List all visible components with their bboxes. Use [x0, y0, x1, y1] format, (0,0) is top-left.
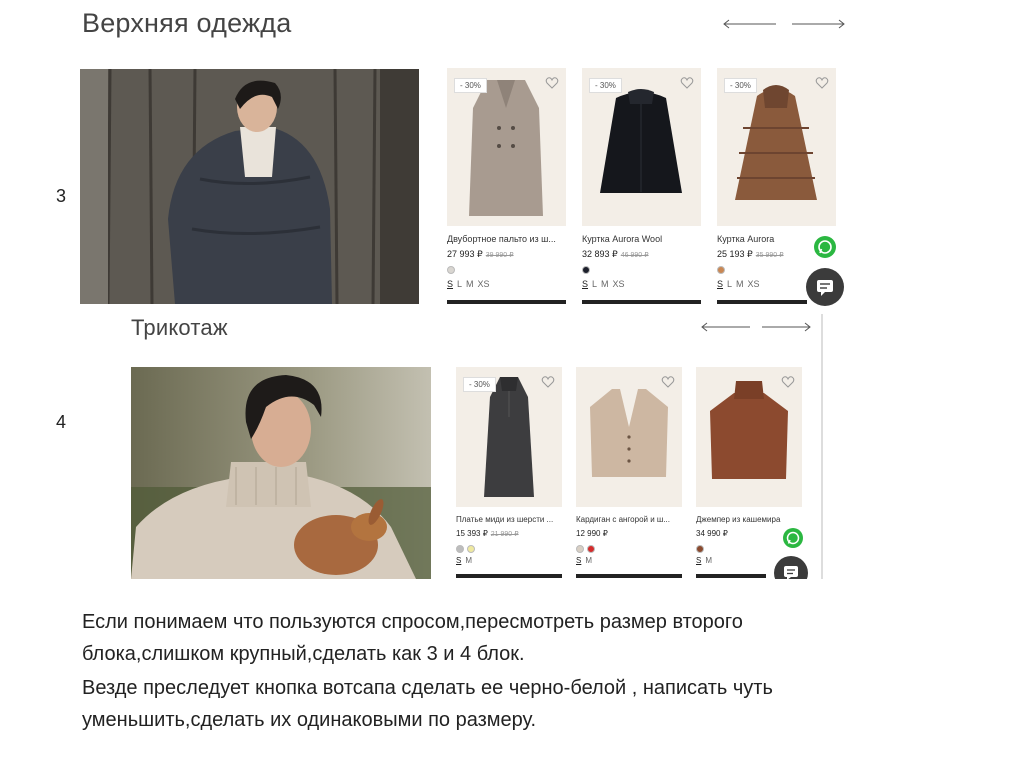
- add-to-cart-bar[interactable]: [696, 574, 766, 578]
- color-swatch[interactable]: [717, 266, 725, 274]
- heart-icon[interactable]: [815, 76, 829, 90]
- product-price: 25 193 ₽35 990 ₽: [717, 249, 784, 260]
- size-option[interactable]: XS: [748, 279, 760, 289]
- color-swatches[interactable]: [447, 266, 455, 274]
- discount-badge: - 30%: [724, 78, 757, 93]
- size-option[interactable]: S: [456, 556, 461, 565]
- size-option[interactable]: S: [717, 279, 723, 289]
- mask: [431, 579, 831, 609]
- size-option[interactable]: M: [736, 279, 744, 289]
- product-name[interactable]: Джемпер из кашемира: [696, 515, 802, 524]
- size-option[interactable]: M: [705, 556, 712, 565]
- size-option[interactable]: M: [585, 556, 592, 565]
- outerwear-title: Верхняя одежда: [82, 8, 292, 38]
- size-option[interactable]: M: [466, 279, 474, 289]
- size-option[interactable]: S: [582, 279, 588, 289]
- color-swatch[interactable]: [587, 545, 595, 553]
- current-price: 25 193 ₽: [717, 249, 753, 259]
- size-list[interactable]: S L M XS: [447, 279, 494, 289]
- arrow-left-icon[interactable]: [700, 321, 752, 333]
- note-line-2: блока,слишком крупный,сделать как 3 и 4 …: [82, 643, 525, 665]
- current-price: 27 993 ₽: [447, 249, 483, 259]
- arrow-left-icon[interactable]: [722, 18, 778, 30]
- scrollbar[interactable]: [821, 314, 823, 580]
- heart-icon[interactable]: [680, 76, 694, 90]
- product-card[interactable]: - 30% Двубортное пальто из ш... 27 993 ₽…: [447, 68, 566, 304]
- size-option[interactable]: M: [465, 556, 472, 565]
- discount-badge: - 30%: [454, 78, 487, 93]
- discount-badge: - 30%: [463, 377, 496, 392]
- note-line-4: уменьшить,сделать их одинаковыми по разм…: [82, 709, 537, 731]
- size-list[interactable]: SM: [696, 556, 716, 565]
- size-list[interactable]: S L M XS: [582, 279, 629, 289]
- product-price: 15 393 ₽21 990 ₽: [456, 529, 519, 538]
- add-to-cart-bar[interactable]: [447, 300, 566, 304]
- add-to-cart-bar[interactable]: [576, 574, 682, 578]
- size-option[interactable]: L: [727, 279, 732, 289]
- current-price: 32 893 ₽: [582, 249, 618, 259]
- add-to-cart-bar[interactable]: [717, 300, 807, 304]
- heart-icon[interactable]: [545, 76, 559, 90]
- knitwear-hero-image: [131, 367, 431, 579]
- size-list[interactable]: SM: [456, 556, 476, 565]
- arrow-right-icon[interactable]: [790, 18, 846, 30]
- slide-number-4: 4: [56, 412, 67, 432]
- heart-icon[interactable]: [661, 375, 675, 389]
- knitwear-title: Трикотаж: [131, 315, 228, 340]
- size-option[interactable]: S: [576, 556, 581, 565]
- product-price: 32 893 ₽46 990 ₽: [582, 249, 649, 260]
- old-price: 35 990 ₽: [755, 252, 784, 259]
- current-price: 12 990 ₽: [576, 529, 608, 538]
- size-list[interactable]: S L M XS: [717, 279, 764, 289]
- add-to-cart-bar[interactable]: [582, 300, 701, 304]
- current-price: 15 393 ₽: [456, 529, 488, 538]
- color-swatch[interactable]: [576, 545, 584, 553]
- product-card[interactable]: - 30% Куртка Aurora Wool 32 893 ₽46 990 …: [582, 68, 701, 304]
- old-price: 21 990 ₽: [490, 531, 519, 538]
- product-card[interactable]: - 30% Платье миди из шерсти ... 15 393 ₽…: [456, 367, 562, 578]
- color-swatches[interactable]: [582, 266, 590, 274]
- size-option[interactable]: L: [457, 279, 462, 289]
- whatsapp-icon[interactable]: [814, 236, 836, 258]
- chat-icon[interactable]: [806, 268, 844, 306]
- product-name[interactable]: Двубортное пальто из ш...: [447, 234, 566, 244]
- color-swatches[interactable]: [717, 266, 725, 274]
- add-to-cart-bar[interactable]: [456, 574, 562, 578]
- discount-badge: - 30%: [589, 78, 622, 93]
- color-swatch[interactable]: [447, 266, 455, 274]
- size-option[interactable]: XS: [613, 279, 625, 289]
- size-option[interactable]: L: [592, 279, 597, 289]
- size-option[interactable]: S: [447, 279, 453, 289]
- color-swatches[interactable]: [456, 545, 475, 553]
- product-name[interactable]: Куртка Aurora Wool: [582, 234, 701, 244]
- current-price: 34 990 ₽: [696, 529, 728, 538]
- size-list[interactable]: SM: [576, 556, 596, 565]
- slide-number-3: 3: [56, 186, 67, 206]
- product-price: 27 993 ₽39 990 ₽: [447, 249, 514, 260]
- size-option[interactable]: S: [696, 556, 701, 565]
- color-swatch[interactable]: [582, 266, 590, 274]
- product-name[interactable]: Кардиган с ангорой и ш...: [576, 515, 682, 524]
- heart-icon[interactable]: [781, 375, 795, 389]
- old-price: 39 990 ₽: [485, 252, 514, 259]
- color-swatch[interactable]: [696, 545, 704, 553]
- outerwear-hero-image: [80, 69, 419, 304]
- product-name[interactable]: Платье миди из шерсти ...: [456, 515, 562, 524]
- color-swatches[interactable]: [696, 545, 704, 553]
- color-swatch[interactable]: [456, 545, 464, 553]
- note-line-3: Везде преследует кнопка вотсапа сделать …: [82, 677, 773, 699]
- size-option[interactable]: XS: [478, 279, 490, 289]
- color-swatch[interactable]: [467, 545, 475, 553]
- whatsapp-icon[interactable]: [783, 528, 803, 548]
- heart-icon[interactable]: [541, 375, 555, 389]
- product-card[interactable]: Кардиган с ангорой и ш... 12 990 ₽ SM: [576, 367, 682, 578]
- old-price: 46 990 ₽: [620, 252, 649, 259]
- arrow-right-icon[interactable]: [760, 321, 812, 333]
- size-option[interactable]: M: [601, 279, 609, 289]
- product-price: 34 990 ₽: [696, 529, 728, 538]
- color-swatches[interactable]: [576, 545, 595, 553]
- note-line-1: Если понимаем что пользуются спросом,пер…: [82, 611, 743, 633]
- product-price: 12 990 ₽: [576, 529, 608, 538]
